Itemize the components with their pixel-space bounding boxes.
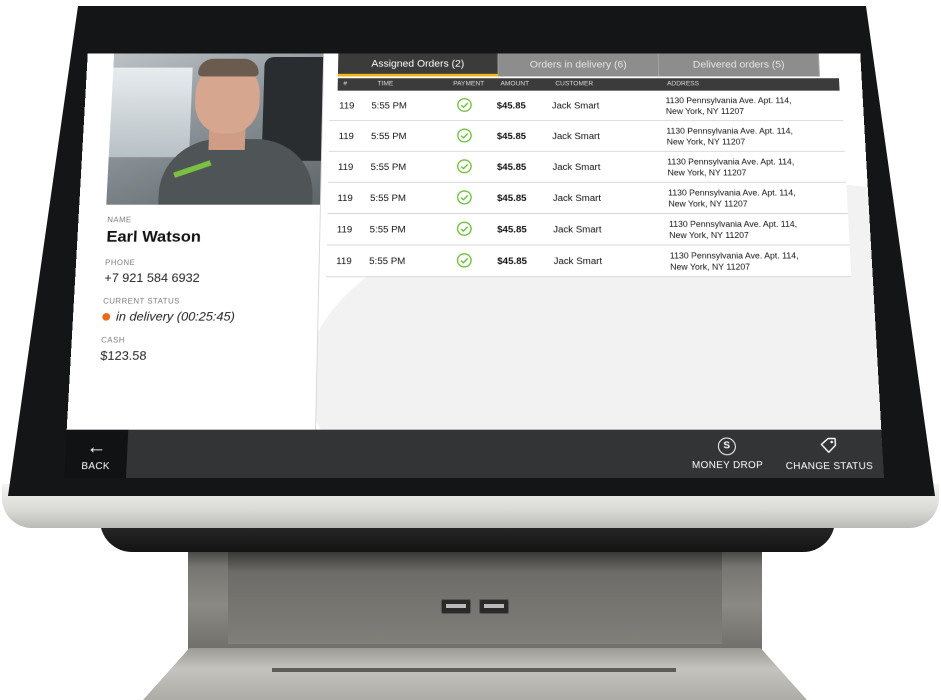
header-address: ADDRESS <box>666 80 700 88</box>
order-amount: $45.85 <box>496 162 527 173</box>
usb-port <box>479 599 509 614</box>
current-status: in delivery (00:25:45) <box>102 309 308 324</box>
order-address: 1130 Pennsylvania Ave. Apt. 114, New York… <box>667 157 795 178</box>
check-circle-icon <box>457 159 472 174</box>
order-address: 1130 Pennsylvania Ave. Apt. 114, New York… <box>669 251 799 272</box>
stand-base-slot <box>272 668 676 672</box>
orders-table: 119 5:55 PM $45.85 Jack Smart 1130 Penns… <box>326 90 852 278</box>
order-time: 5:55 PM <box>371 101 407 112</box>
order-amount: $45.85 <box>497 225 527 236</box>
driver-phone: +7 921 584 6932 <box>104 270 200 285</box>
action-bar: ← BACK S MONEY DROP CHANGE STATUS <box>64 429 884 478</box>
table-row[interactable]: 119 5:55 PM $45.85 Jack Smart 1130 Penns… <box>326 213 850 246</box>
table-row[interactable]: 119 5:55 PM $45.85 Jack Smart 1130 Penns… <box>329 90 844 122</box>
order-customer: Jack Smart <box>552 193 602 204</box>
tab-orders-in-delivery[interactable]: Orders in delivery (6) <box>498 53 660 77</box>
status-label: CURRENT STATUS <box>102 296 181 306</box>
order-number: 119 <box>336 256 352 267</box>
order-address: 1130 Pennsylvania Ave. Apt. 114, New York… <box>668 188 796 209</box>
tab-assigned-orders[interactable]: Assigned Orders (2) <box>337 53 499 77</box>
money-drop-button[interactable]: S MONEY DROP <box>685 430 770 478</box>
header-customer: CUSTOMER <box>555 80 594 88</box>
order-customer: Jack Smart <box>552 131 600 142</box>
table-row[interactable]: 119 5:55 PM $45.85 Jack Smart 1130 Penns… <box>328 151 847 183</box>
check-circle-icon <box>457 190 472 205</box>
tag-icon <box>818 436 839 458</box>
driver-name: Earl Watson <box>106 227 202 246</box>
header-time: TIME <box>377 80 394 88</box>
order-number: 119 <box>336 225 353 236</box>
check-circle-icon <box>457 253 473 268</box>
order-number: 119 <box>339 101 355 112</box>
order-address: 1130 Pennsylvania Ave. Apt. 114, New York… <box>668 219 798 240</box>
order-time: 5:55 PM <box>369 225 406 236</box>
arrow-left-icon: ← <box>85 436 108 458</box>
tab-delivered-orders[interactable]: Delivered orders (5) <box>658 53 820 77</box>
order-customer: Jack Smart <box>552 162 601 173</box>
order-number: 119 <box>337 162 354 173</box>
order-amount: $45.85 <box>497 256 528 267</box>
order-number: 119 <box>338 131 354 142</box>
order-time: 5:55 PM <box>370 193 406 204</box>
change-status-button[interactable]: CHANGE STATUS <box>778 430 880 478</box>
table-row[interactable]: 119 5:55 PM $45.85 Jack Smart 1130 Penns… <box>327 182 849 214</box>
order-address: 1130 Pennsylvania Ave. Apt. 114, New York… <box>666 126 793 147</box>
orders-table-header: # TIME PAYMENT AMOUNT CUSTOMER ADDRESS <box>337 78 840 91</box>
driver-cash: $123.58 <box>99 348 147 363</box>
driver-photo <box>106 53 324 205</box>
order-customer: Jack Smart <box>551 101 600 112</box>
change-status-label: CHANGE STATUS <box>785 460 874 472</box>
table-row[interactable]: 119 5:55 PM $45.85 Jack Smart 1130 Penns… <box>326 245 852 278</box>
stand-neck-front <box>228 548 722 644</box>
order-amount: $45.85 <box>496 101 526 112</box>
coin-icon: S <box>717 437 737 455</box>
usb-port <box>441 599 471 614</box>
order-time: 5:55 PM <box>370 162 407 173</box>
order-customer: Jack Smart <box>553 256 603 267</box>
money-drop-label: MONEY DROP <box>691 459 764 471</box>
phone-label: PHONE <box>104 258 136 267</box>
driver-panel: NAME Earl Watson PHONE +7 921 584 6932 C… <box>66 53 325 430</box>
order-address: 1130 Pennsylvania Ave. Apt. 114, New York… <box>665 96 792 116</box>
back-button[interactable]: ← BACK <box>64 429 129 478</box>
order-time: 5:55 PM <box>369 256 406 267</box>
check-circle-icon <box>457 98 472 112</box>
pos-screen: NAME Earl Watson PHONE +7 921 584 6932 C… <box>64 53 884 478</box>
order-tabs: Assigned Orders (2) Orders in delivery (… <box>337 53 820 77</box>
name-label: NAME <box>107 215 132 225</box>
cash-label: CASH <box>100 335 126 345</box>
stand-base <box>143 648 807 700</box>
check-circle-icon <box>457 221 472 236</box>
status-text: in delivery (00:25:45) <box>115 309 236 324</box>
back-label: BACK <box>81 460 111 472</box>
check-circle-icon <box>457 128 472 142</box>
order-amount: $45.85 <box>496 131 527 142</box>
order-time: 5:55 PM <box>370 131 407 142</box>
driver-info: NAME Earl Watson PHONE +7 921 584 6932 C… <box>99 216 310 375</box>
status-dot-icon <box>102 312 111 321</box>
table-row[interactable]: 119 5:55 PM $45.85 Jack Smart 1130 Penns… <box>328 121 845 152</box>
order-number: 119 <box>337 193 353 204</box>
order-customer: Jack Smart <box>553 225 602 236</box>
header-num: # <box>343 80 348 88</box>
order-amount: $45.85 <box>497 193 527 204</box>
header-amount: AMOUNT <box>500 80 530 88</box>
header-payment: PAYMENT <box>453 80 485 88</box>
